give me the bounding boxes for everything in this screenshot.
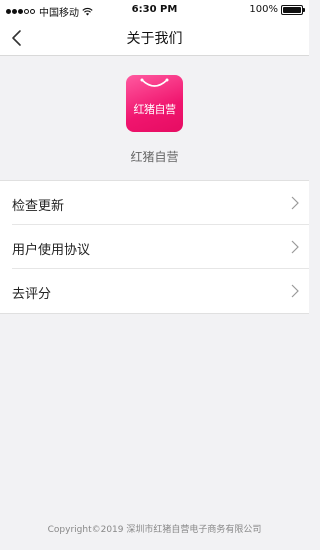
rate-app-item[interactable]: 去评分 (12, 269, 309, 313)
status-bar: 中国移动 6:30 PM 100% (0, 0, 309, 20)
logo-text: 红猪自营 (133, 103, 177, 116)
chevron-right-icon (291, 196, 299, 210)
app-info-section: 红猪自营 红猪自营 (0, 56, 309, 180)
user-agreement-item[interactable]: 用户使用协议 (12, 225, 309, 269)
menu-item-label: 去评分 (12, 287, 52, 302)
status-right: 100% (249, 4, 305, 15)
settings-menu: 检查更新 用户使用协议 去评分 (0, 180, 309, 314)
page-title: 关于我们 (126, 31, 183, 47)
check-update-item[interactable]: 检查更新 (12, 181, 309, 225)
battery-icon (281, 4, 305, 15)
app-logo: 红猪自营 (126, 75, 183, 132)
shopping-bag-icon (140, 78, 169, 87)
battery-percentage: 100% (249, 4, 278, 15)
app-name: 红猪自营 (130, 150, 179, 164)
copyright-footer: Copyright©2019 深圳市红猪自营电子商务有限公司 (47, 525, 262, 535)
chevron-right-icon (291, 284, 299, 298)
chevron-right-icon (291, 240, 299, 254)
menu-item-label: 检查更新 (12, 199, 65, 214)
menu-item-label: 用户使用协议 (12, 243, 91, 258)
navigation-bar: 关于我们 (0, 20, 309, 56)
